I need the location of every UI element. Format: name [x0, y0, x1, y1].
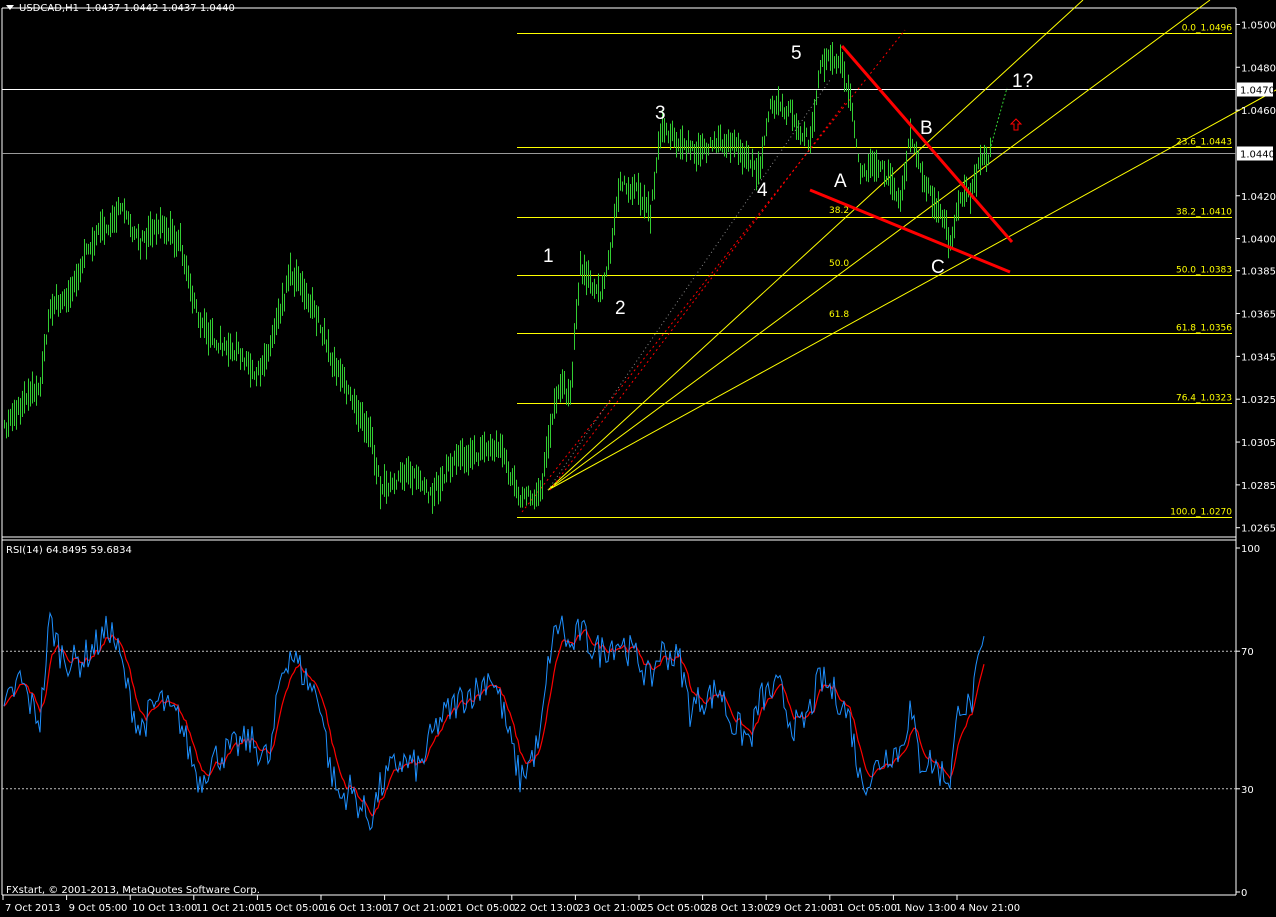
price-tick-label: 1.0305: [1241, 438, 1276, 449]
time-tick-label: 29 Oct 21:00: [768, 903, 833, 914]
wave-label: B: [920, 118, 933, 139]
rsi-header: RSI(14) 64.8495 59.6834: [6, 545, 132, 556]
fib-level-label: 61.8_1.0356: [1176, 324, 1232, 334]
wedge-lines[interactable]: [809, 45, 1023, 274]
time-tick-label: 28 Oct 13:00: [705, 903, 770, 914]
rsi-tick-label: 70: [1241, 647, 1254, 658]
fan-line[interactable]: [547, 89, 1276, 491]
copyright: FXstart, © 2001-2013, MetaQuotes Softwar…: [6, 885, 260, 896]
price-tick-label: 1.0385: [1241, 267, 1276, 278]
price-tick-label: 1.0285: [1241, 481, 1276, 492]
time-tick-label: 21 Oct 05:00: [450, 903, 515, 914]
rsi-tick-label: 0: [1241, 888, 1247, 899]
rsi-lines: [3, 611, 985, 831]
price-tick-label: 1.0325: [1241, 395, 1276, 406]
price-tick-label: 1.0500: [1241, 20, 1276, 31]
price-tick-label: 1.0400: [1241, 235, 1276, 246]
wave-label: 5: [791, 43, 802, 64]
wave-label: 1: [543, 246, 554, 267]
arrow-up-icon: [1009, 118, 1023, 131]
fan-line[interactable]: [547, 0, 1211, 491]
price-tick-label: 1.0480: [1241, 63, 1276, 74]
time-tick-label: 31 Oct 05:00: [832, 903, 897, 914]
price-tick-label: 1.0420: [1241, 192, 1276, 203]
time-tick-label: 23 Oct 21:00: [577, 903, 642, 914]
time-tick-label: 17 Oct 21:00: [387, 903, 452, 914]
fib-level-label: 50.0_1.0383: [1176, 266, 1232, 276]
price-tick-label: 1.0365: [1241, 310, 1276, 321]
wave-label: C: [931, 257, 945, 278]
chart-header[interactable]: USDCAD,H1 1.0437 1.0442 1.0437 1.0440: [6, 3, 235, 14]
wave-label: 3: [655, 103, 666, 124]
rsi-tick-label: 100: [1241, 544, 1260, 555]
fib-level-label: 23.6_1.0443: [1176, 138, 1232, 148]
time-tick-label: 4 Nov 21:00: [959, 903, 1020, 914]
rsi-levels: 100 70 30 0: [2, 544, 1260, 899]
fib-level-label: 100.0_1.0270: [1170, 508, 1232, 518]
price-axis: 1.0500 1.0480 1.0460 1.0420 1.0400 1.0385 1.03…: [1236, 20, 1276, 535]
rsi-line: [3, 611, 985, 831]
fib-mid-label: 61.8: [829, 310, 849, 320]
price-bars: [4, 42, 991, 514]
wave-label: 2: [615, 298, 626, 319]
price-tick-label: 1.0460: [1241, 106, 1276, 117]
price-marker-label: 1.0470: [1240, 86, 1275, 97]
time-tick-label: 9 Oct 05:00: [69, 903, 128, 914]
wave-label: 4: [757, 180, 768, 201]
symbol-label: USDCAD,H1: [19, 3, 79, 14]
chart-canvas: 0.0_1.0496 23.6_1.0443 38.2_1.0410 50.0_1.0…: [1, 0, 1276, 914]
time-axis: 7 Oct 2013 9 Oct 05:00 10 Oct 13:0011 Oct …: [2, 895, 1020, 914]
rsi-tick-label: 30: [1241, 785, 1254, 796]
wave-label: A: [834, 171, 847, 192]
fib-level-label: 76.4_1.0323: [1176, 394, 1232, 404]
fib-level-label: 38.2_1.0410: [1176, 208, 1232, 218]
time-tick-label: 1 Nov 13:00: [895, 903, 956, 914]
time-tick-label: 10 Oct 13:00: [132, 903, 197, 914]
price-tick-label: 1.0345: [1241, 352, 1276, 363]
rsi-signal-line: [3, 628, 985, 817]
wave-label: 1?: [1012, 71, 1034, 92]
price-marker-label: 1.0440: [1240, 150, 1275, 161]
time-tick-label: 25 Oct 05:00: [641, 903, 706, 914]
time-tick-label: 11 Oct 21:00: [196, 903, 261, 914]
fibonacci-retracement[interactable]: 0.0_1.0496 23.6_1.0443 38.2_1.0410 50.0_1.0…: [517, 24, 1232, 518]
price-tick-label: 1.0265: [1241, 524, 1276, 535]
projection-line[interactable]: [989, 87, 1008, 151]
time-tick-label: 15 Oct 05:00: [259, 903, 324, 914]
trend-line-dotted[interactable]: [521, 29, 906, 513]
fan-line[interactable]: [547, 0, 1084, 491]
ohlc-values: 1.0437 1.0442 1.0437 1.0440: [85, 3, 235, 14]
time-tick-label: 22 Oct 13:00: [514, 903, 579, 914]
dropdown-icon[interactable]: [6, 5, 14, 10]
fib-level-label: 0.0_1.0496: [1182, 24, 1233, 34]
fib-mid-label: 38.2: [829, 206, 849, 216]
fib-mid-label: 50.0: [829, 259, 849, 269]
horizontal-lines[interactable]: [2, 89, 1236, 154]
fan-lines[interactable]: [521, 0, 1276, 513]
time-tick-label: 7 Oct 2013: [5, 903, 60, 914]
time-tick-label: 16 Oct 13:00: [323, 903, 388, 914]
